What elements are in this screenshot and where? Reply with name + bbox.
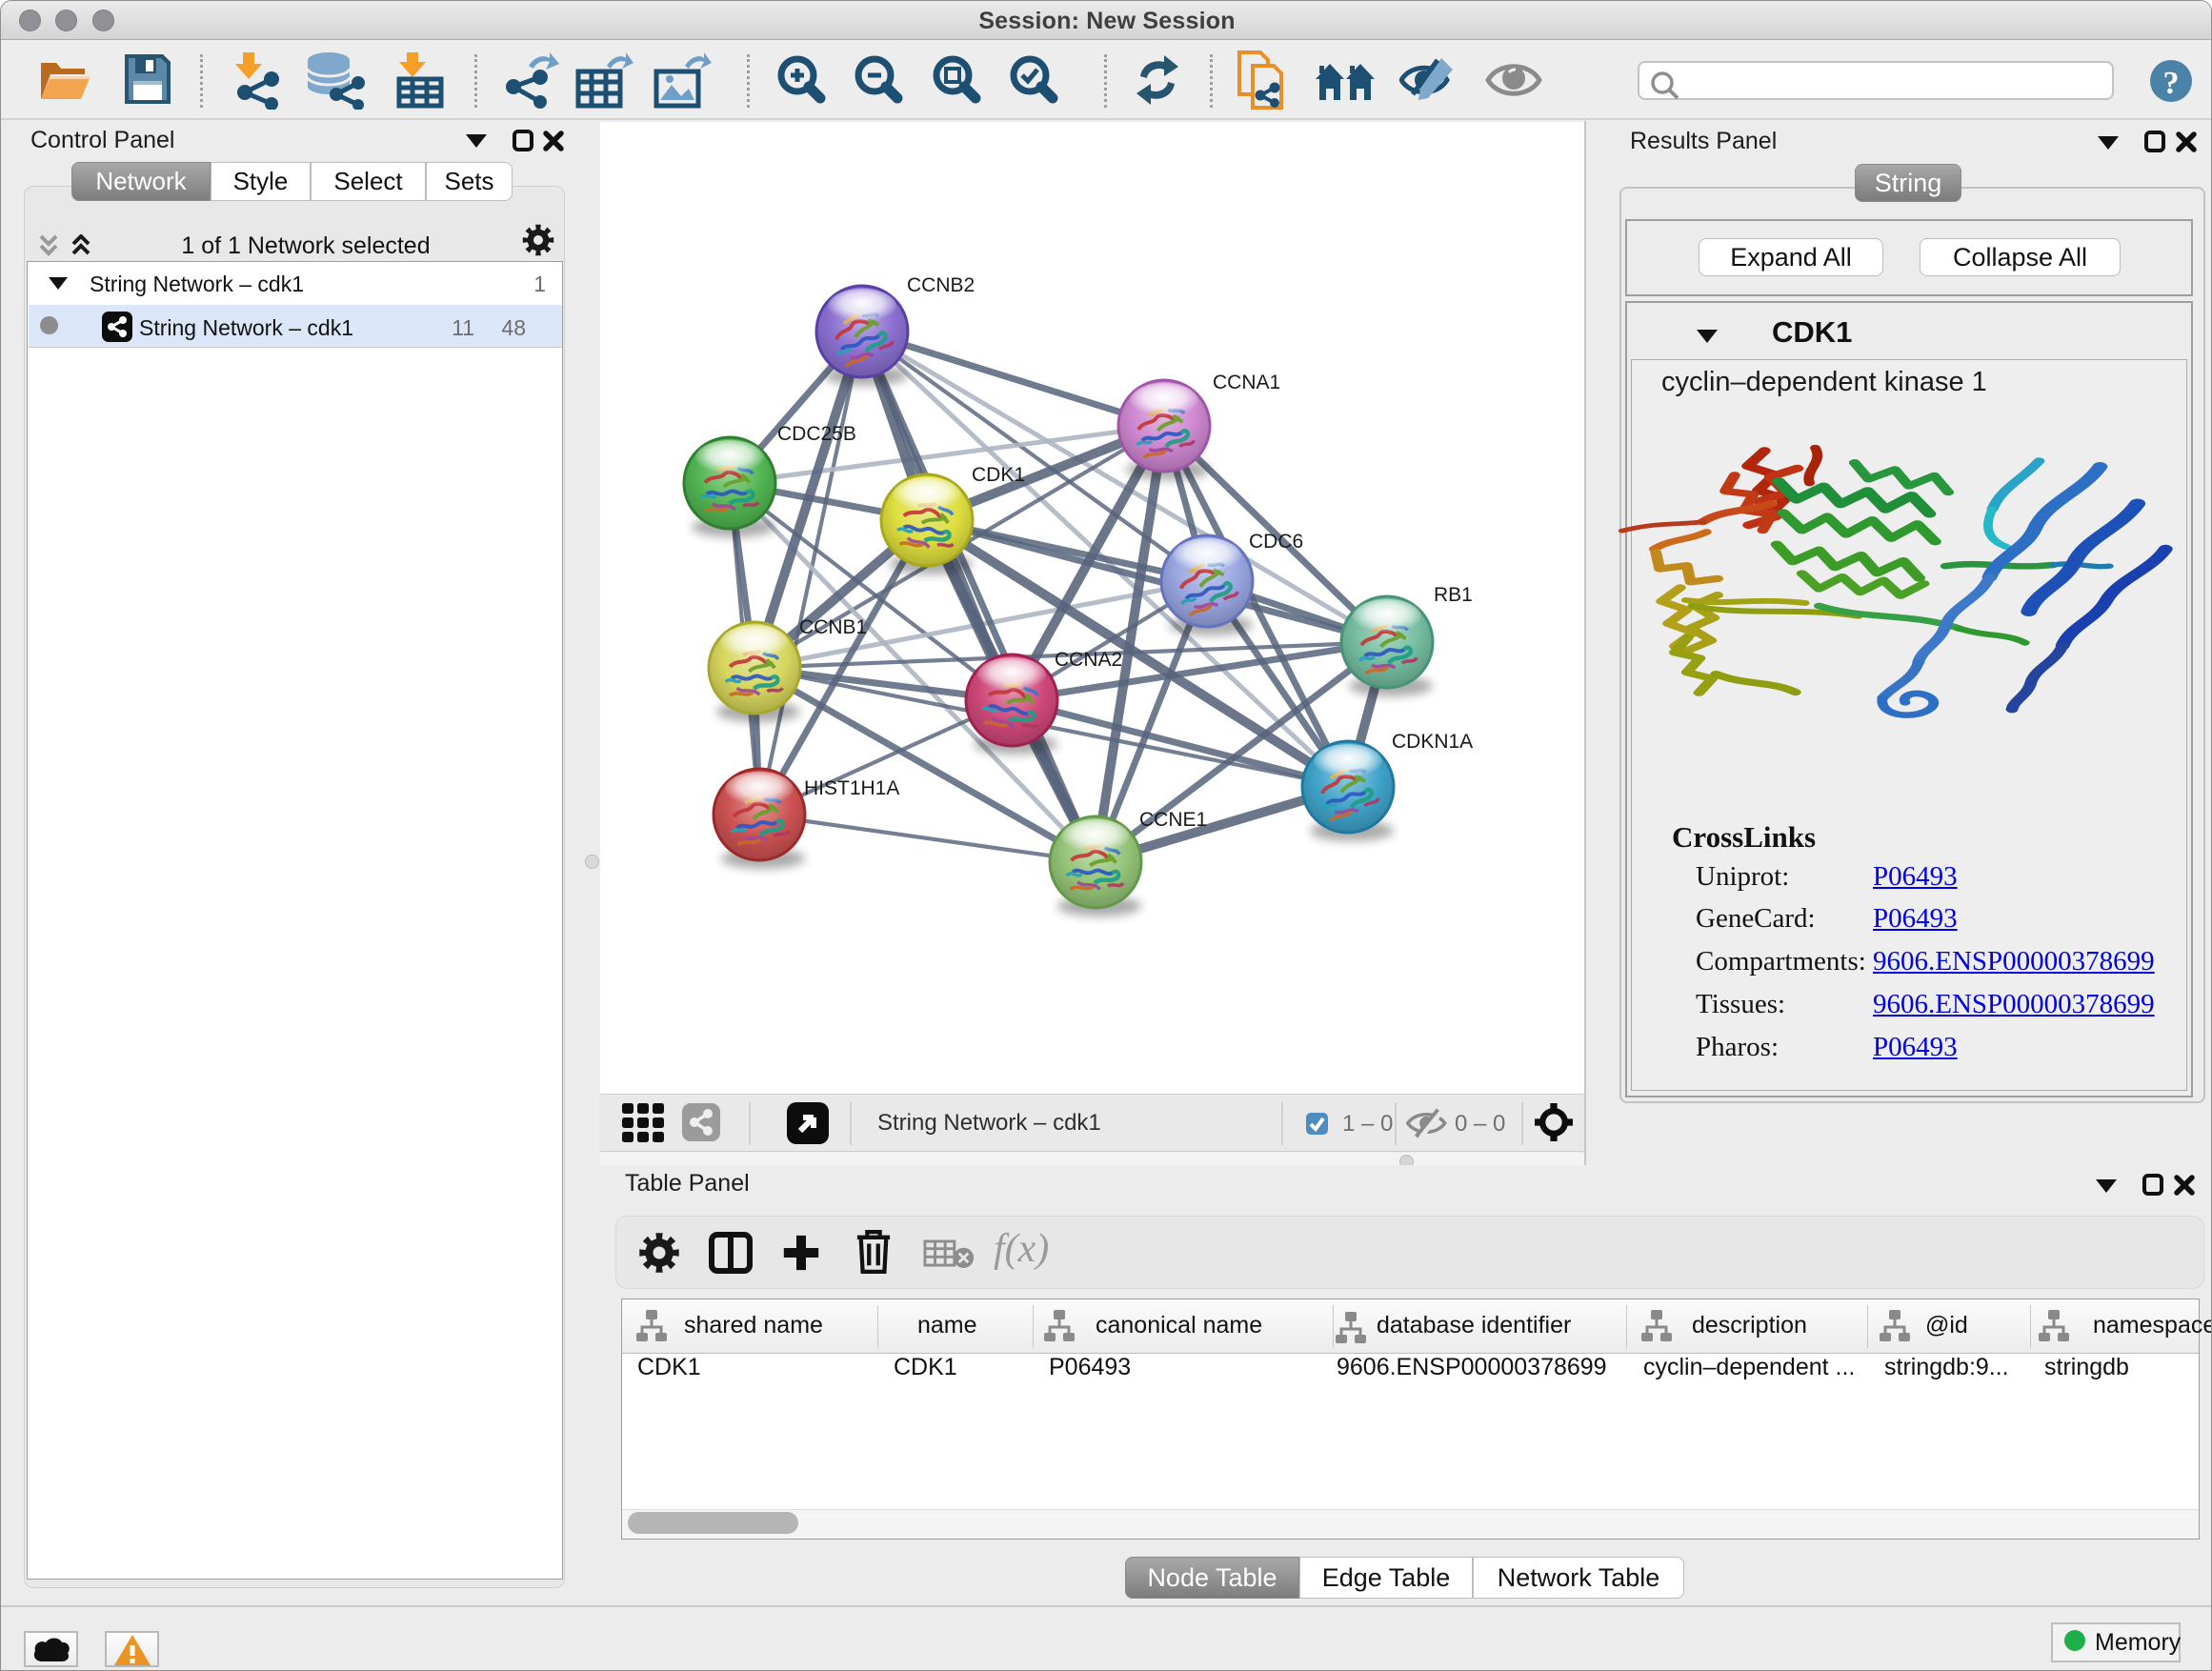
svg-text:HIST1H1A: HIST1H1A [804,777,899,799]
svg-text:CDC25B: CDC25B [777,423,856,445]
svg-text:CCNA2: CCNA2 [1055,649,1122,671]
svg-text:CDK1: CDK1 [972,464,1025,486]
svg-text:CDC6: CDC6 [1249,531,1303,553]
svg-text:?: ? [2163,66,2180,101]
svg-text:CCNE1: CCNE1 [1139,809,1207,831]
svg-text:CCNB1: CCNB1 [799,616,867,638]
svg-text:CCNA1: CCNA1 [1213,372,1280,393]
svg-text:CCNB2: CCNB2 [907,274,975,296]
svg-text:CDKN1A: CDKN1A [1392,731,1473,753]
svg-text:RB1: RB1 [1434,584,1473,606]
